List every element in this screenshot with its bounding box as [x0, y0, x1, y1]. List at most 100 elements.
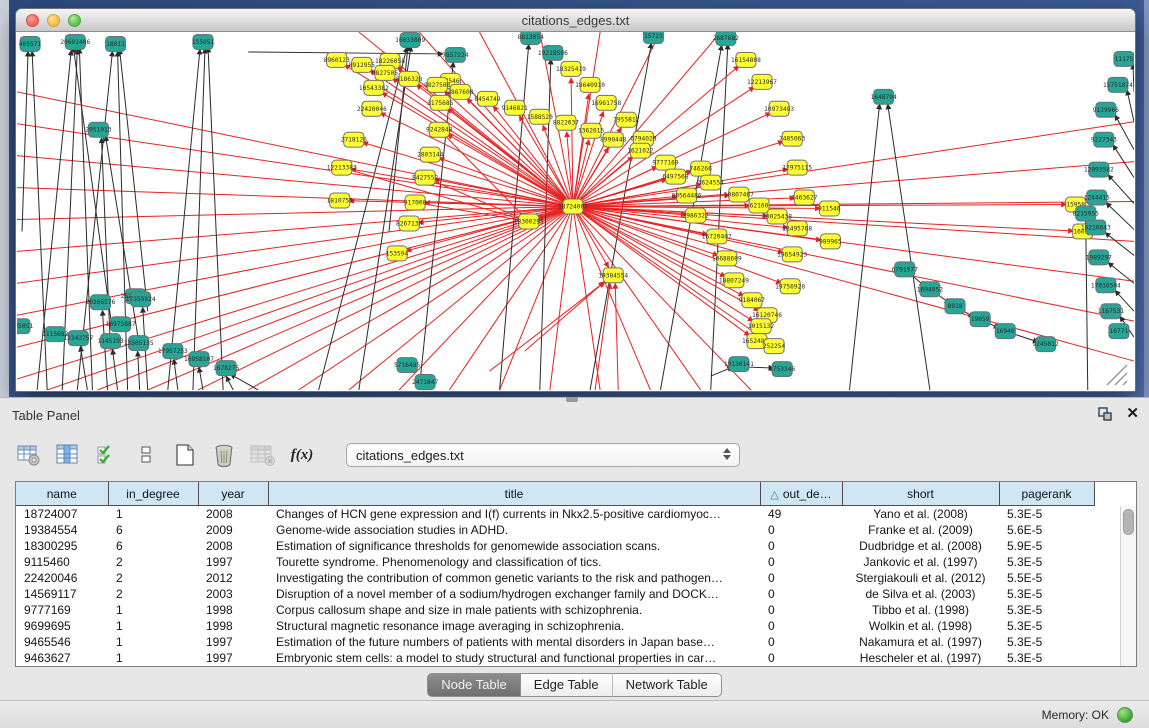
teal-node[interactable]: 17016504 [1091, 278, 1121, 293]
teal-node[interactable]: 15723 [643, 32, 663, 43]
table-row[interactable]: 1872400712008Changes of HCN gene express… [16, 506, 1094, 523]
function-builder-button[interactable]: f(x) [289, 442, 315, 468]
network-canvas[interactable]: 8960123891295518226058982750581863281754… [17, 32, 1134, 390]
yellow-node[interactable]: 1463627 [791, 190, 817, 205]
teal-node[interactable]: 2051013 [85, 122, 111, 137]
yellow-node[interactable]: 9146821 [502, 100, 528, 115]
yellow-node[interactable]: 8186328 [396, 71, 422, 86]
delete-table-button[interactable] [250, 442, 276, 468]
teal-node[interactable]: 8215955 [1073, 206, 1099, 221]
yellow-node[interactable]: 9242848 [426, 122, 452, 137]
yellow-node[interactable]: 19756928 [775, 279, 805, 294]
yellow-node[interactable]: 1621022 [627, 143, 653, 158]
yellow-node[interactable]: 16961758 [591, 95, 621, 110]
teal-node[interactable]: 8918 [945, 299, 965, 314]
tab-node-table[interactable]: Node Table [427, 673, 520, 697]
yellow-node[interactable]: 18325419 [556, 61, 586, 76]
teal-node[interactable]: 16940 [995, 324, 1015, 339]
yellow-node[interactable]: 8990448 [600, 132, 626, 147]
yellow-node[interactable]: 9184067 [739, 293, 765, 308]
yellow-node[interactable]: 10543382 [359, 80, 389, 95]
teal-node[interactable]: 6791977 [892, 262, 918, 277]
select-columns-button[interactable] [55, 442, 81, 468]
yellow-node[interactable]: 16154808 [731, 52, 761, 67]
teal-node[interactable]: 1648794 [871, 89, 897, 104]
yellow-node[interactable]: 917008 [404, 195, 427, 210]
yellow-node[interactable]: 18300295 [514, 214, 544, 229]
yellow-node[interactable]: 7986322 [683, 208, 709, 223]
close-panel-icon[interactable]: ✕ [1126, 406, 1139, 421]
column-header-out_de[interactable]: △out_de… [760, 482, 842, 506]
teal-node[interactable]: 16771 [1109, 324, 1129, 339]
table-row[interactable]: 946362711997Embryonic stem cells: a mode… [16, 650, 1094, 666]
tab-network-table[interactable]: Network Table [612, 673, 722, 697]
yellow-node[interactable]: 8822037 [553, 115, 579, 130]
yellow-node[interactable]: 10688609 [712, 251, 742, 266]
teal-node[interactable]: 8813054 [518, 32, 544, 44]
teal-node[interactable]: 20691406 [60, 34, 90, 49]
yellow-node[interactable]: 8454749 [474, 91, 500, 106]
column-header-in_degree[interactable]: in_degree [108, 482, 198, 506]
yellow-node[interactable]: 3624554 [698, 175, 724, 190]
yellow-node[interactable]: 252254 [763, 339, 786, 354]
teal-node[interactable]: 5716485 [394, 358, 420, 373]
yellow-node[interactable]: 2718126 [341, 132, 367, 147]
teal-node[interactable]: 1145193 [97, 334, 123, 349]
teal-node[interactable]: 9129966 [1093, 102, 1119, 117]
teal-node[interactable]: 1694052 [917, 282, 943, 297]
table-selector-dropdown[interactable]: citations_edges.txt [346, 443, 740, 467]
teal-node[interactable]: 15751074 [1103, 77, 1133, 92]
teal-node[interactable]: 11175 [1114, 51, 1134, 66]
selection-mode-button[interactable] [94, 442, 120, 468]
table-row[interactable]: 1456911722003Disruption of a novel membe… [16, 586, 1094, 602]
column-header-title[interactable]: title [268, 482, 760, 506]
yellow-node[interactable]: 2867608 [447, 84, 473, 99]
teal-node[interactable]: 16033809 [395, 32, 425, 47]
yellow-node[interactable]: 18495768 [782, 221, 812, 236]
table-settings-button[interactable] [16, 442, 42, 468]
table-row[interactable]: 969969511998Structural magnetic resonanc… [16, 618, 1094, 634]
teal-node[interactable]: 2687682 [713, 32, 739, 45]
yellow-node[interactable]: 153594 [386, 246, 409, 261]
table-vertical-scrollbar[interactable] [1120, 506, 1136, 666]
column-header-pagerank[interactable]: pagerank [999, 482, 1094, 506]
teal-node[interactable]: 1678275 [213, 361, 239, 376]
table-row[interactable]: 946554611997Estimation of the future num… [16, 634, 1094, 650]
float-panel-icon[interactable] [1098, 407, 1112, 421]
column-header-short[interactable]: short [842, 482, 999, 506]
window-titlebar[interactable]: citations_edges.txt [16, 9, 1135, 32]
yellow-node[interactable]: 9777169 [652, 155, 678, 170]
yellow-node[interactable]: 20564486 [672, 188, 702, 203]
teal-node[interactable]: 19059 [970, 312, 990, 327]
teal-node[interactable]: 155051 [192, 34, 215, 49]
table-row[interactable]: 911546021997Tourette syndrome. Phenomeno… [16, 554, 1094, 570]
scrollbar-thumb[interactable] [1123, 509, 1134, 535]
yellow-node[interactable]: 911546 [818, 201, 841, 216]
delete-column-button[interactable] [211, 442, 237, 468]
yellow-node[interactable]: 12213967 [747, 74, 777, 89]
yellow-node[interactable]: 8960123 [324, 52, 350, 67]
yellow-node[interactable]: 6497568 [662, 169, 688, 184]
yellow-node[interactable]: 62160 [749, 198, 769, 213]
teal-node[interactable]: 405571 [19, 36, 42, 51]
yellow-node[interactable]: 12213383 [327, 160, 357, 175]
new-column-button[interactable] [172, 442, 198, 468]
teal-node[interactable]: 2471847 [412, 375, 438, 390]
window-resize-grip[interactable] [1103, 361, 1131, 387]
yellow-node[interactable]: 16720407 [702, 229, 732, 244]
table-row[interactable]: 977716911998Corpus callosum shape and si… [16, 602, 1094, 618]
yellow-node[interactable]: 8267130 [396, 216, 422, 231]
teal-node[interactable]: 9245012 [1032, 337, 1058, 352]
teal-node[interactable]: 16958107 [184, 352, 214, 367]
yellow-node[interactable]: 7485063 [779, 131, 805, 146]
yellow-node[interactable]: 1015132 [748, 319, 774, 334]
teal-node[interactable]: 12093582 [1084, 162, 1114, 177]
yellow-node[interactable]: 12975115 [782, 160, 812, 175]
yellow-node[interactable]: 746266 [689, 161, 712, 176]
network-graph[interactable]: 8960123891295518226058982750581863281754… [17, 32, 1134, 390]
teal-node[interactable]: 1753346 [769, 362, 795, 377]
yellow-node[interactable]: 9827505 [372, 65, 398, 80]
table-row[interactable]: 1830029562008Estimation of significance … [16, 538, 1094, 554]
teal-node[interactable]: 18011 [105, 36, 125, 51]
yellow-node[interactable]: 18640910 [575, 77, 605, 92]
